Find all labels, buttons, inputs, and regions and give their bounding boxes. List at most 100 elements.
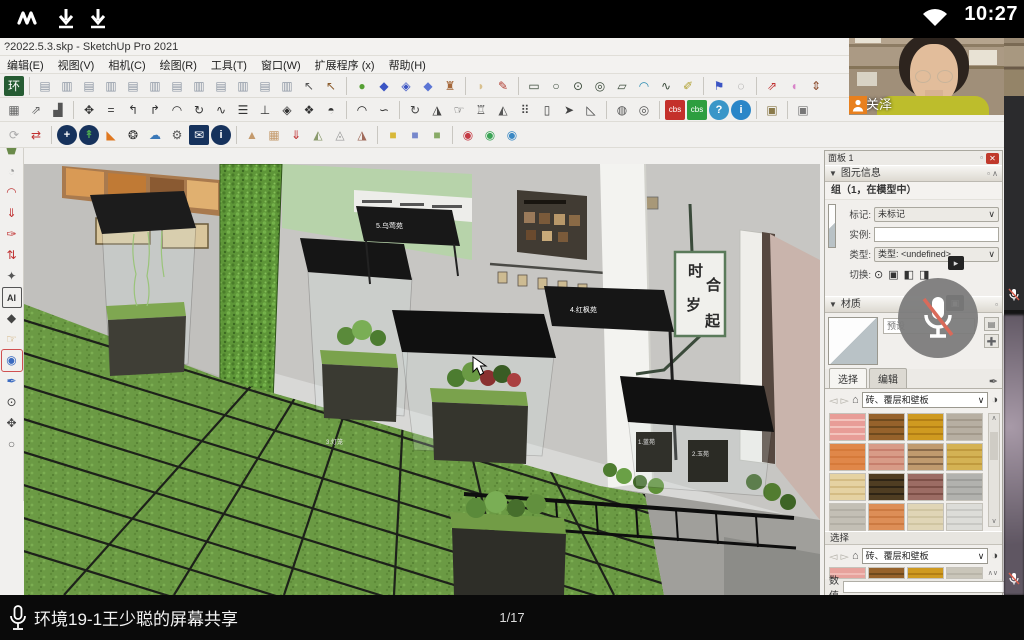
eraser-icon[interactable]: ◗ bbox=[471, 76, 491, 96]
tools-icon[interactable]: ✦ bbox=[2, 266, 22, 287]
scrollbar-thumb[interactable] bbox=[990, 432, 998, 460]
flourish-icon[interactable]: ✑ bbox=[2, 224, 22, 245]
ramp-icon[interactable]: ⇗ bbox=[26, 100, 46, 120]
move-arrow-icon[interactable]: ⇗ bbox=[762, 76, 782, 96]
menu-item-3[interactable]: 相机(C) bbox=[101, 57, 152, 75]
circle-tool-icon[interactable]: ○ bbox=[546, 76, 566, 96]
checker-sphere-icon[interactable]: ❂ bbox=[123, 125, 143, 145]
entity-info-header[interactable]: ▼ 图元信息 ▫ ∧ bbox=[825, 165, 1002, 182]
slice-icon[interactable]: ◠ bbox=[2, 182, 22, 203]
material-swatch-2[interactable] bbox=[868, 567, 905, 579]
camera-blue-2-icon[interactable]: ◈ bbox=[396, 76, 416, 96]
arrows-red-icon[interactable]: ⇅ bbox=[2, 245, 22, 266]
box-blue-icon[interactable]: ■ bbox=[405, 125, 425, 145]
circle-badge-2-icon[interactable]: ◎ bbox=[634, 100, 654, 120]
fence-tool-8-icon[interactable]: ▥ bbox=[189, 76, 209, 96]
close-icon[interactable]: ✕ bbox=[986, 153, 999, 164]
download-icon[interactable] bbox=[88, 8, 108, 30]
home-icon[interactable]: ⌂ bbox=[852, 550, 859, 562]
material-swatch-7[interactable] bbox=[907, 443, 944, 471]
bend-left-icon[interactable]: ↰ bbox=[123, 100, 143, 120]
move-icon[interactable]: ✥ bbox=[79, 100, 99, 120]
dome-wire-icon[interactable]: ◔ bbox=[2, 161, 22, 182]
freehand-tool-icon[interactable]: ∿ bbox=[656, 76, 676, 96]
wave-logo-icon[interactable] bbox=[16, 8, 44, 28]
download-icon[interactable] bbox=[56, 8, 76, 30]
value-input[interactable] bbox=[843, 581, 1024, 593]
cbs-green-icon[interactable]: cbs bbox=[687, 100, 707, 120]
circle-badge-1-icon[interactable]: ◍ bbox=[612, 100, 632, 120]
equal-icon[interactable]: = bbox=[101, 100, 121, 120]
section-buttons[interactable]: ▫ bbox=[995, 296, 998, 313]
material-swatch-6[interactable] bbox=[868, 443, 905, 471]
oval-tool-icon[interactable]: ◎ bbox=[590, 76, 610, 96]
participant-strip[interactable] bbox=[1004, 0, 1024, 640]
participant-tile-sliver[interactable] bbox=[1004, 30, 1024, 96]
secondary-select-header[interactable]: 选择 bbox=[825, 531, 1002, 545]
polygon-tool-icon[interactable]: ▱ bbox=[612, 76, 632, 96]
swap-arrows-icon[interactable]: ⇄ bbox=[26, 125, 46, 145]
balloon-icon[interactable]: ● bbox=[352, 76, 372, 96]
fence-tool-3-icon[interactable]: ▤ bbox=[79, 76, 99, 96]
cursor-a-icon[interactable]: ➤ bbox=[559, 100, 579, 120]
fence-tool-1-icon[interactable]: ▤ bbox=[35, 76, 55, 96]
eye-tool-icon[interactable]: ⊙ bbox=[2, 392, 22, 413]
type-dropdown[interactable]: 类型: <undefined>∨ bbox=[874, 247, 999, 262]
box-green-icon[interactable]: ■ bbox=[427, 125, 447, 145]
fence-tool-6-icon[interactable]: ▥ bbox=[145, 76, 165, 96]
updown-icon[interactable]: ⇕ bbox=[806, 76, 826, 96]
menu-item-2[interactable]: 视图(V) bbox=[51, 57, 102, 75]
mini-scroll-icons[interactable]: ∧∨ bbox=[988, 569, 998, 577]
stool-icon[interactable]: ♜ bbox=[440, 76, 460, 96]
sandbox-stamp-icon[interactable]: ⇓ bbox=[286, 125, 306, 145]
fence-tool-10-icon[interactable]: ▥ bbox=[233, 76, 253, 96]
menu-item-8[interactable]: 帮助(H) bbox=[382, 57, 433, 75]
forward-arrow-icon[interactable]: ▻ bbox=[840, 394, 848, 407]
squiggle-icon[interactable]: ∿ bbox=[211, 100, 231, 120]
section-buttons[interactable]: ▫ ∧ bbox=[987, 165, 998, 182]
rotate-icon[interactable]: ↻ bbox=[189, 100, 209, 120]
visibility-eye-icon[interactable]: ⊙ bbox=[874, 268, 883, 281]
fence-tool-7-icon[interactable]: ▤ bbox=[167, 76, 187, 96]
marker-tool-icon[interactable]: ✐ bbox=[678, 76, 698, 96]
material-swatch-11[interactable] bbox=[907, 473, 944, 501]
display-pane-icon[interactable]: ▤ bbox=[984, 317, 999, 331]
participant-tile-dark[interactable] bbox=[1004, 96, 1024, 310]
material-swatch-12[interactable] bbox=[946, 473, 983, 501]
back-arrow-icon[interactable]: ◅ bbox=[829, 394, 837, 407]
bend-right-icon[interactable]: ↱ bbox=[145, 100, 165, 120]
material-swatch-9[interactable] bbox=[829, 473, 866, 501]
fence-tool-4-icon[interactable]: ▥ bbox=[101, 76, 121, 96]
swatch-scrollbar[interactable]: ∧∨ bbox=[988, 413, 1000, 527]
circle-small-icon[interactable]: ○ bbox=[2, 434, 22, 455]
spiral-green-icon[interactable]: ◉ bbox=[480, 125, 500, 145]
home-icon[interactable]: ⌂ bbox=[852, 394, 859, 406]
material-swatch-2[interactable] bbox=[868, 413, 905, 441]
menu-item-1[interactable]: 编辑(E) bbox=[0, 57, 51, 75]
magnifier-icon[interactable]: ◉ bbox=[2, 350, 22, 371]
material-swatch-3[interactable] bbox=[907, 413, 944, 441]
tag-dropdown[interactable]: 未标记∨ bbox=[874, 207, 999, 222]
brush-blue-icon[interactable]: ✒ bbox=[2, 371, 22, 392]
hand-tan-icon[interactable]: ☞ bbox=[2, 329, 22, 350]
column-icon[interactable]: ♖ bbox=[471, 100, 491, 120]
collection-dropdown[interactable]: 砖、覆层和壁板∨ bbox=[862, 392, 989, 408]
wedge-icon[interactable]: ◺ bbox=[581, 100, 601, 120]
mute-microphone-button[interactable] bbox=[898, 278, 978, 358]
pin-icon[interactable]: ▫ bbox=[980, 151, 983, 165]
participant-tile-blurred[interactable] bbox=[1004, 315, 1024, 595]
terrain-icon[interactable]: ◣ bbox=[101, 125, 121, 145]
flag-icon[interactable]: ⚑ bbox=[709, 76, 729, 96]
chart-icon[interactable]: ▟ bbox=[48, 100, 68, 120]
gem-icon[interactable]: ◈ bbox=[277, 100, 297, 120]
eyedropper-icon[interactable]: ✒ bbox=[989, 375, 998, 388]
material-swatch-14[interactable] bbox=[868, 503, 905, 531]
fence-tool-12-icon[interactable]: ▥ bbox=[277, 76, 297, 96]
gear-icon[interactable]: ⚙ bbox=[167, 125, 187, 145]
mirror-icon[interactable]: ◭ bbox=[493, 100, 513, 120]
sandbox-mound-icon[interactable]: ▲ bbox=[242, 125, 262, 145]
speaker-mini-icon[interactable]: ▸ bbox=[948, 256, 964, 270]
sample-paint-icon[interactable]: ◑ bbox=[991, 550, 998, 562]
cloud-upload-icon[interactable]: ☁ bbox=[145, 125, 165, 145]
pin-icon[interactable]: ⊥ bbox=[255, 100, 275, 120]
